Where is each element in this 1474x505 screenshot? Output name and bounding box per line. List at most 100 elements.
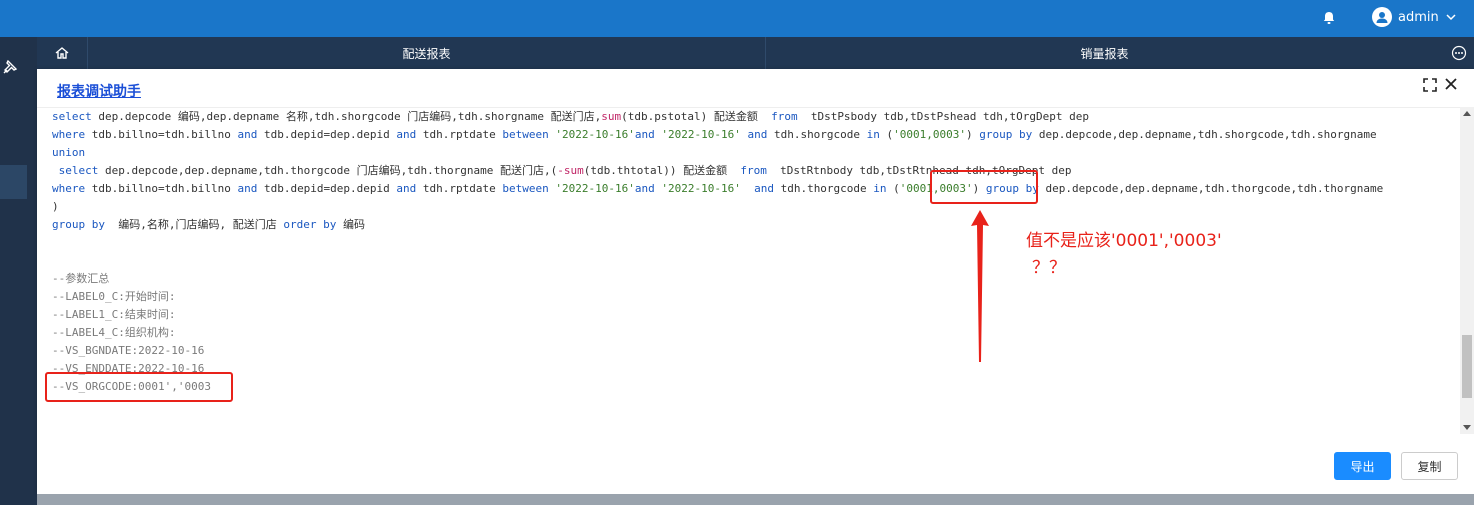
pin-icon[interactable]: [2, 59, 18, 75]
sql-editor[interactable]: select dep.depcode 编码,dep.depname 名称,tdh…: [37, 107, 1474, 435]
annotation-arrow: [971, 210, 989, 362]
code-token: and: [237, 182, 258, 195]
maximize-icon[interactable]: [1422, 77, 1438, 93]
code-token: --LABEL4_C:组织机构:: [52, 326, 176, 339]
code-token: between: [502, 182, 549, 195]
code-token: '2022-10-16': [555, 128, 635, 141]
code-token: --参数汇总: [52, 272, 110, 285]
code-token: from: [740, 164, 767, 177]
code-token: (tdb.pstotal) 配送金额: [621, 110, 772, 123]
code-token: tDstPsbody tdb,tDstPshead tdh,tOrgDept d…: [797, 110, 1089, 123]
code-token: dep.depcode,dep.depname,tdh.thorgcode,td…: [1038, 182, 1384, 195]
code-token: (: [879, 128, 894, 141]
code-token: tdb.depid=dep.depid: [257, 128, 397, 141]
code-token: dep.depcode,dep.depname,tdh.shorgcode,td…: [1032, 128, 1377, 141]
code-token: from: [771, 110, 798, 123]
tab-home[interactable]: [37, 37, 88, 69]
dialog-title[interactable]: 报表调试助手: [57, 81, 141, 101]
code-line: --LABEL1_C:结束时间:: [52, 306, 1452, 324]
code-token: (: [886, 182, 900, 195]
code-line: select dep.depcode 编码,dep.depname 名称,tdh…: [52, 108, 1452, 126]
code-token: group by: [979, 128, 1033, 141]
code-line: union: [52, 144, 1452, 162]
code-token: tdh.thorgcode: [773, 182, 874, 195]
code-token: union: [52, 146, 86, 159]
code-token: order by: [283, 218, 337, 231]
code-token: tdh.rptdate: [416, 128, 503, 141]
code-token: and: [634, 128, 655, 141]
annotation-box-in-clause: [930, 170, 1038, 204]
bottom-strip: [37, 494, 1474, 505]
code-line: --LABEL0_C:开始时间:: [52, 288, 1452, 306]
annotation-text-line1: 值不是应该'0001','0003': [1026, 231, 1222, 251]
code-token: where: [52, 182, 92, 195]
scroll-down-icon[interactable]: [1463, 425, 1471, 430]
vertical-scroll-thumb[interactable]: [1462, 335, 1472, 398]
code-line: --LABEL4_C:组织机构:: [52, 324, 1452, 342]
code-token: and: [396, 128, 417, 141]
vertical-scrollbar[interactable]: [1460, 107, 1474, 434]
copy-button[interactable]: 复制: [1401, 452, 1458, 480]
code-token: tdh.rptdate: [416, 182, 503, 195]
sql-code: select dep.depcode 编码,dep.depname 名称,tdh…: [52, 108, 1452, 396]
rail-active-item[interactable]: [0, 165, 27, 199]
annotation-box-orgcode: [45, 372, 233, 402]
tab-delivery-report[interactable]: 配送报表: [88, 37, 766, 69]
tab-sales-report[interactable]: 销量报表: [766, 37, 1443, 69]
code-token: tdb.billno=tdh.billno: [91, 128, 238, 141]
code-token: tdh.shorgcode: [767, 128, 867, 141]
code-line: where tdb.billno=tdh.billno and tdb.depi…: [52, 126, 1452, 144]
code-token: and: [634, 182, 655, 195]
code-token: and: [747, 128, 768, 141]
username: admin: [1398, 9, 1439, 25]
code-line: where tdb.billno=tdh.billno and tdb.depi…: [52, 180, 1452, 198]
chevron-down-icon: [1446, 14, 1456, 21]
code-token: --LABEL1_C:结束时间:: [52, 308, 176, 321]
code-token: (tdb.thtotal)) 配送金额: [583, 164, 741, 177]
code-token: where: [52, 128, 92, 141]
code-line: --参数汇总: [52, 270, 1452, 288]
annotation-text: 值不是应该'0001','0003' ？？: [1026, 228, 1222, 282]
tabs-bar: 配送报表 销量报表: [37, 37, 1474, 69]
code-token: select: [52, 110, 99, 123]
code-token: and: [237, 128, 258, 141]
export-button[interactable]: 导出: [1334, 452, 1391, 480]
code-token: in: [873, 182, 887, 195]
top-bar: admin: [0, 0, 1474, 37]
code-token: 编码: [336, 218, 365, 231]
code-token: -sum: [557, 164, 584, 177]
code-token: sum: [601, 110, 622, 123]
code-token: '2022-10-16': [555, 182, 635, 195]
report-debug-dialog: 报表调试助手 select dep.depcode 编码,dep.depname…: [37, 69, 1474, 494]
more-icon: [1451, 45, 1466, 61]
code-line: ): [52, 198, 1452, 216]
code-token: ): [966, 128, 980, 141]
more-button[interactable]: [1443, 37, 1474, 69]
close-icon[interactable]: [1443, 76, 1459, 92]
code-token: ): [52, 200, 59, 213]
annotation-text-line2: ？？: [1032, 258, 1066, 278]
code-token: '2022-10-16': [661, 128, 741, 141]
user-menu[interactable]: admin: [1372, 7, 1457, 27]
code-line: --VS_ENDDATE:2022-10-16: [52, 360, 1452, 378]
code-token: and: [754, 182, 774, 195]
side-rail: [0, 37, 37, 505]
code-token: and: [396, 182, 417, 195]
code-token: 编码,名称,门店编码, 配送门店: [104, 218, 284, 231]
bell-icon[interactable]: [1321, 10, 1337, 26]
code-line: --VS_BGNDATE:2022-10-16: [52, 342, 1452, 360]
code-token: select: [58, 164, 99, 177]
code-token: tdb.depid=dep.depid: [257, 182, 397, 195]
code-line: group by 编码,名称,门店编码, 配送门店 order by 编码: [52, 216, 1452, 234]
code-token: --VS_BGNDATE:2022-10-16: [52, 344, 205, 357]
code-token: in: [866, 128, 880, 141]
user-avatar-icon: [1372, 7, 1392, 27]
code-token: tdb.billno=tdh.billno: [91, 182, 238, 195]
code-line: select dep.depcode,dep.depname,tdh.thorg…: [52, 162, 1452, 180]
code-token: dep.depcode,dep.depname,tdh.thorgcode 门店…: [98, 164, 558, 177]
scroll-up-icon[interactable]: [1463, 111, 1471, 116]
home-icon: [55, 47, 69, 59]
